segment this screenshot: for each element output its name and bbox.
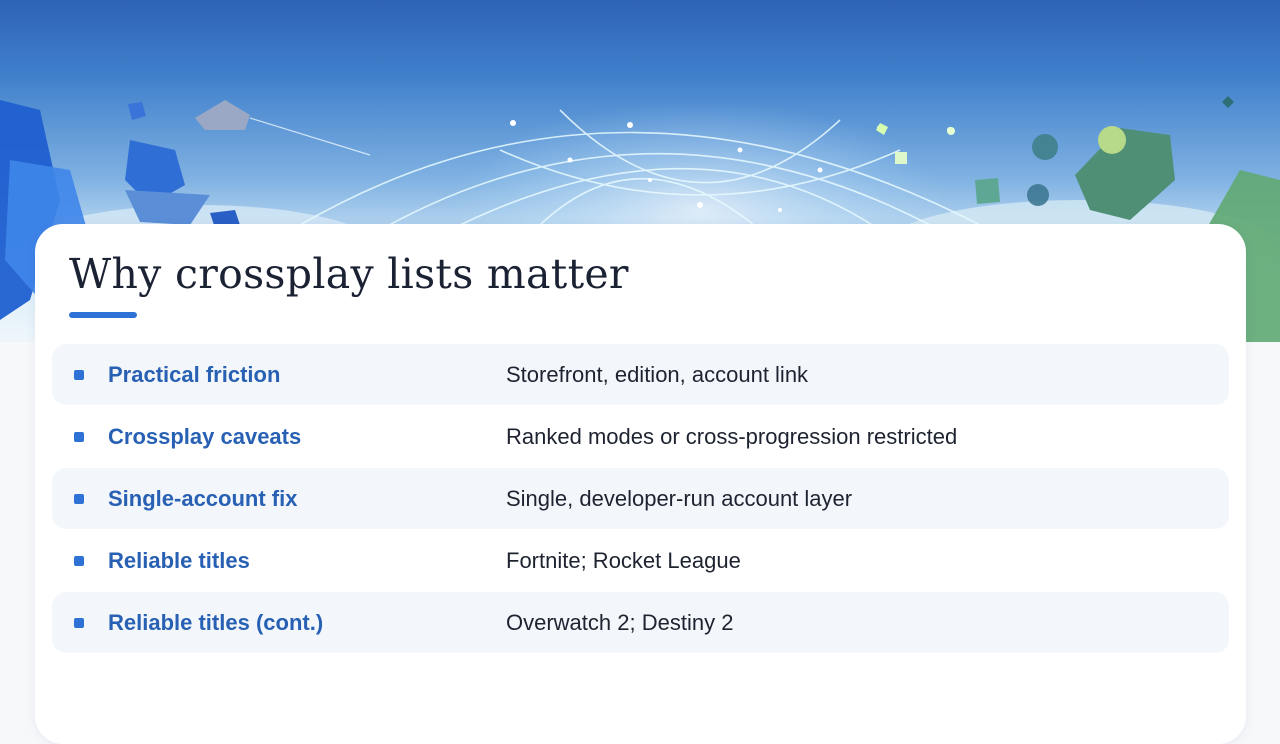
item-value: Fortnite; Rocket League bbox=[506, 548, 741, 573]
info-list: Practical friction Storefront, edition, … bbox=[52, 344, 1229, 654]
list-item: Reliable titles (cont.) Overwatch 2; Des… bbox=[52, 592, 1229, 653]
item-value: Ranked modes or cross-progression restri… bbox=[506, 424, 958, 449]
bullet-icon bbox=[74, 556, 84, 566]
item-label: Reliable titles bbox=[108, 548, 250, 573]
bullet-icon bbox=[74, 432, 84, 442]
item-label: Practical friction bbox=[108, 362, 281, 387]
item-value: Storefront, edition, account link bbox=[506, 362, 809, 387]
item-label: Reliable titles (cont.) bbox=[108, 610, 324, 635]
title-accent-bar bbox=[69, 312, 137, 318]
bullet-icon bbox=[74, 370, 84, 380]
bullet-icon bbox=[74, 494, 84, 504]
item-value: Single, developer-run account layer bbox=[506, 486, 853, 511]
list-item: Single-account fix Single, developer-run… bbox=[52, 468, 1229, 529]
list-item: Crossplay caveats Ranked modes or cross-… bbox=[52, 406, 1229, 467]
item-value: Overwatch 2; Destiny 2 bbox=[506, 610, 734, 635]
list-item: Practical friction Storefront, edition, … bbox=[52, 344, 1229, 405]
item-label: Crossplay caveats bbox=[108, 424, 302, 449]
slide-title: Why crossplay lists matter bbox=[69, 250, 629, 298]
list-item: Reliable titles Fortnite; Rocket League bbox=[52, 530, 1229, 591]
item-label: Single-account fix bbox=[108, 486, 298, 511]
bullet-icon bbox=[74, 618, 84, 628]
